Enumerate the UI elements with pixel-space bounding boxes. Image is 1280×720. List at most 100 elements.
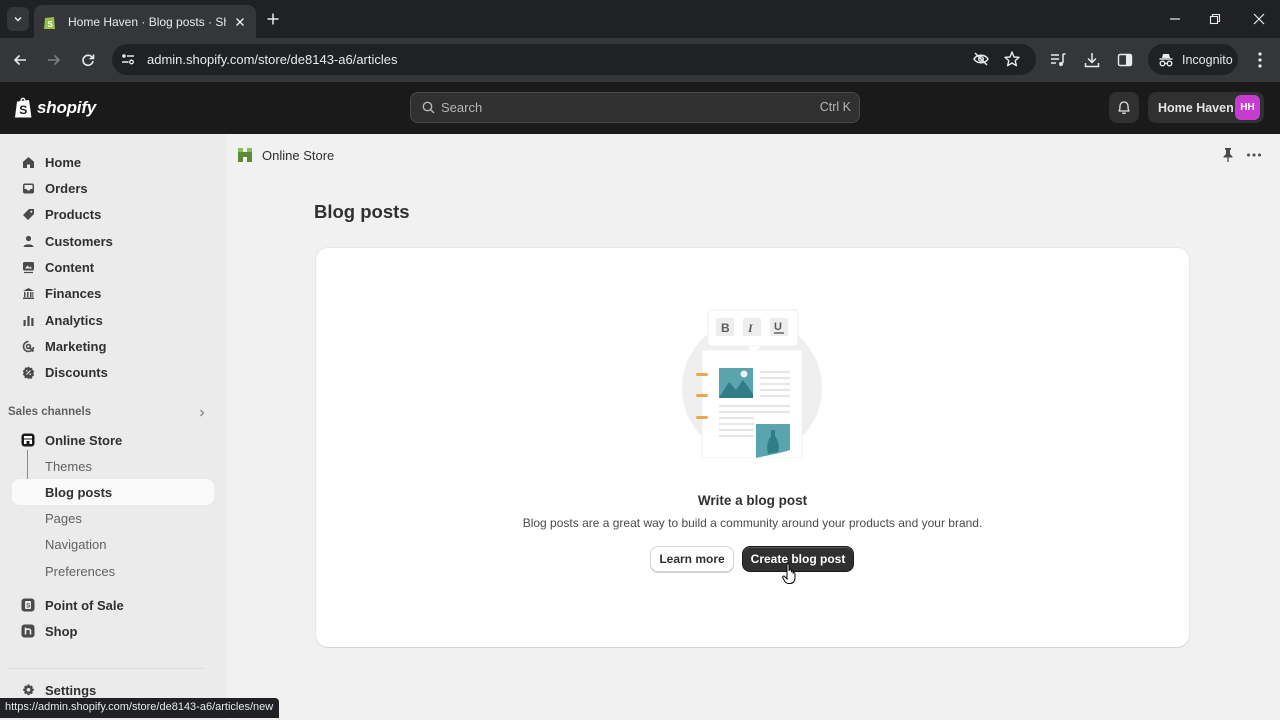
- sidebar-item-label: Analytics: [45, 312, 103, 328]
- incognito-icon: [1159, 53, 1173, 66]
- incognito-profile-button[interactable]: Incognito: [1148, 44, 1238, 75]
- more-horizontal-icon[interactable]: [1246, 148, 1262, 162]
- downloads-button[interactable]: [1082, 50, 1102, 70]
- chevron-down-icon: [14, 16, 22, 22]
- blog-post-illustration-icon: B I U: [682, 309, 822, 458]
- pin-icon[interactable]: [1221, 147, 1235, 163]
- shopify-logo[interactable]: S shopify: [14, 96, 96, 119]
- sidebar-item-analytics[interactable]: Analytics: [12, 307, 214, 333]
- empty-state-card: B I U Write a blog post Blog posts are a…: [316, 248, 1189, 647]
- restore-button[interactable]: [1206, 10, 1224, 28]
- plus-icon: [267, 13, 279, 25]
- bookmark-star-icon[interactable]: [1003, 50, 1021, 68]
- browser-toolbar: admin.shopify.com/store/de8143-a6/articl…: [0, 38, 1280, 82]
- breadcrumb-label: Online Store: [262, 147, 335, 163]
- restore-icon: [1209, 13, 1221, 25]
- sidebar-item-content[interactable]: Content: [12, 254, 214, 280]
- sidebar-item-label: Themes: [45, 458, 92, 474]
- sidebar-item-discounts[interactable]: Discounts: [12, 359, 214, 385]
- sidebar-item-label: Shop: [45, 623, 78, 639]
- site-settings-icon: [122, 54, 134, 65]
- sales-channels-label: Sales channels: [8, 406, 92, 418]
- search-shortcut: Ctrl K: [819, 100, 851, 114]
- sidebar-item-navigation[interactable]: Navigation: [12, 531, 214, 557]
- sidebar-item-label: Home: [45, 154, 82, 170]
- forward-button[interactable]: [44, 50, 64, 70]
- bold-glyph: B: [721, 321, 730, 335]
- point-of-sale-icon: S: [21, 598, 35, 612]
- incognito-label: Incognito: [1182, 52, 1233, 67]
- sidebar-item-blog-posts[interactable]: Blog posts: [12, 479, 214, 505]
- reload-button[interactable]: [78, 50, 98, 70]
- bar-chart-icon: [23, 315, 33, 326]
- sidebar-item-label: Customers: [45, 233, 113, 249]
- back-button[interactable]: [10, 50, 30, 70]
- browser-tab-bar: S Home Haven · Blog posts · Shopify: [0, 0, 1280, 38]
- sidebar-item-finances[interactable]: Finances: [12, 280, 214, 306]
- svg-text:S: S: [19, 103, 27, 117]
- store-icon: [21, 433, 35, 447]
- shopify-bag-icon: S: [15, 97, 32, 118]
- sidebar-item-point-of-sale[interactable]: S Point of Sale: [12, 592, 214, 618]
- eye-off-icon[interactable]: [972, 50, 990, 68]
- close-icon: [1253, 13, 1265, 25]
- create-blog-post-button[interactable]: Create blog post: [742, 546, 854, 572]
- sidebar-item-label: Orders: [45, 180, 88, 196]
- sidebar-item-label: Products: [45, 206, 102, 222]
- close-window-button[interactable]: [1250, 10, 1268, 28]
- sidebar-item-shop[interactable]: Shop: [12, 618, 214, 644]
- sidebar-item-orders[interactable]: Orders: [12, 175, 214, 201]
- sidebar-item-label: Settings: [45, 682, 97, 698]
- empty-state-description: Blog posts are a great way to build a co…: [522, 516, 983, 530]
- queue-music-icon: [1051, 53, 1066, 66]
- notifications-button[interactable]: [1109, 92, 1139, 123]
- chevron-right-icon[interactable]: [198, 408, 206, 418]
- shopify-favicon-icon: S: [44, 16, 55, 29]
- sidebar-item-home[interactable]: Home: [12, 149, 214, 175]
- gear-icon: [22, 684, 34, 695]
- page-title: Blog posts: [314, 201, 410, 222]
- sidebar-item-marketing[interactable]: Marketing: [12, 333, 214, 359]
- url-text: admin.shopify.com/store/de8143-a6/articl…: [147, 52, 398, 67]
- inbox-icon: [22, 183, 34, 193]
- reload-icon: [82, 54, 95, 67]
- sidebar-item-label: Navigation: [45, 536, 107, 552]
- learn-more-button[interactable]: Learn more: [650, 546, 734, 572]
- side-panel-button[interactable]: [1115, 50, 1135, 70]
- more-vertical-icon: [1258, 52, 1262, 68]
- bell-icon: [1118, 101, 1130, 115]
- sidebar-item-label: Finances: [45, 285, 102, 301]
- search-input[interactable]: Search Ctrl K: [410, 92, 860, 123]
- sidebar-item-products[interactable]: Products: [12, 201, 214, 227]
- tab-search-button[interactable]: [7, 7, 29, 31]
- account-menu-button[interactable]: Home Haven HH: [1148, 92, 1264, 123]
- browser-tab-active[interactable]: S Home Haven · Blog posts · Shopify: [34, 5, 256, 38]
- svg-text:S: S: [48, 20, 54, 29]
- sidebar-item-label: Point of Sale: [45, 597, 124, 613]
- arrow-left-icon: [13, 54, 26, 66]
- minimize-icon: [1170, 18, 1180, 20]
- tag-icon: [22, 208, 34, 220]
- logo-text: shopify: [37, 97, 97, 117]
- breadcrumb[interactable]: Online Store: [236, 146, 334, 164]
- search-icon: [422, 101, 435, 114]
- minimize-button[interactable]: [1166, 10, 1184, 28]
- tab-close-button[interactable]: [232, 14, 248, 30]
- browser-menu-button[interactable]: [1250, 50, 1270, 70]
- sidebar-item-label: Content: [45, 259, 95, 275]
- sidebar-item-label: Online Store: [45, 432, 123, 448]
- svg-text:S: S: [26, 604, 30, 610]
- home-icon: [22, 156, 34, 168]
- person-icon: [23, 235, 33, 247]
- sidebar-item-online-store[interactable]: Online Store: [12, 427, 214, 453]
- new-tab-button[interactable]: [264, 10, 282, 28]
- bank-icon: [22, 287, 34, 299]
- address-bar[interactable]: admin.shopify.com/store/de8143-a6/articl…: [112, 44, 1036, 75]
- sidebar-item-themes[interactable]: Themes: [12, 453, 214, 479]
- media-controls-button[interactable]: [1048, 50, 1068, 70]
- shopify-top-bar: S shopify Search Ctrl K Home Haven HH: [0, 82, 1280, 134]
- sidebar-item-customers[interactable]: Customers: [12, 228, 214, 254]
- sidebar-item-pages[interactable]: Pages: [12, 505, 214, 531]
- close-icon: [236, 17, 244, 26]
- sidebar-item-preferences[interactable]: Preferences: [12, 558, 214, 584]
